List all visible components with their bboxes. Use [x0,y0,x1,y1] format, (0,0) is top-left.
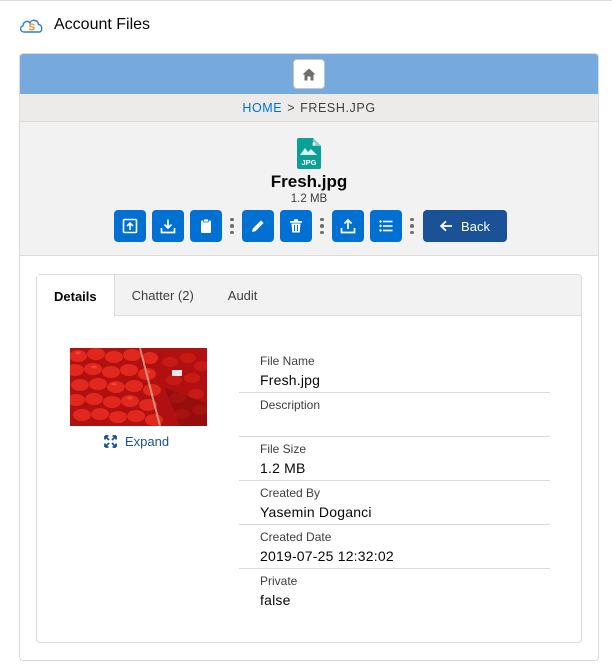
list-icon [379,220,393,232]
delete-button[interactable] [280,210,312,242]
detail-label: Created By [260,486,321,500]
tab-bar: Details Chatter (2) Audit [37,275,581,317]
details-tabs-card: Details Chatter (2) Audit Expand File Na… [36,274,582,643]
app-window: S Account Files HOME > FRESH.JPG JPG Fre… [0,0,612,669]
detail-value: 1.2 MB [260,460,306,476]
top-bar [20,54,598,94]
file-action-toolbar: Back [111,210,507,242]
toolbar-separator-icon [315,210,329,242]
jpg-file-icon: JPG [297,138,321,169]
detail-row-created-by: Created By Yasemin Doganci [239,481,550,525]
open-icon [122,218,138,234]
file-preview-thumbnail[interactable] [70,348,207,426]
home-button[interactable] [293,59,325,89]
svg-text:S: S [29,23,36,34]
download-icon [160,219,176,234]
file-size-subtitle: 1.2 MB [290,193,328,205]
breadcrumb-home-link[interactable]: HOME [242,101,282,115]
detail-row-private: Private false [239,569,550,613]
clipboard-icon [201,218,211,233]
tab-chatter[interactable]: Chatter (2) [115,275,211,315]
expand-preview-link[interactable]: Expand [104,434,169,449]
file-details-list: File Name Fresh.jpg Description File Siz… [239,349,550,613]
open-file-button[interactable] [114,210,146,242]
upload-icon [340,218,356,234]
back-button[interactable]: Back [423,210,507,242]
file-panel: HOME > FRESH.JPG JPG Fresh.jpg 1.2 MB Ba… [19,53,599,661]
trash-icon [290,219,302,233]
cloud-logo-icon: S [19,19,43,34]
download-button[interactable] [152,210,184,242]
expand-label: Expand [125,434,170,449]
toolbar-separator-icon [405,210,419,242]
breadcrumb-separator: > [287,100,296,115]
detail-row-file-name: File Name Fresh.jpg [239,349,550,393]
detail-value: Yasemin Doganci [260,504,372,520]
home-icon [302,68,316,80]
file-header: JPG Fresh.jpg 1.2 MB Back [20,122,598,256]
back-button-label: Back [461,218,490,234]
arrow-left-icon [440,220,453,232]
list-view-button[interactable] [370,210,402,242]
tab-details[interactable]: Details [37,275,115,317]
edit-button[interactable] [242,210,274,242]
strawberries-preview-image [70,348,207,426]
file-type-badge: JPG [301,158,316,167]
expand-icon [104,435,117,448]
toolbar-separator-icon [225,210,239,242]
detail-value: false [260,592,291,608]
breadcrumb: HOME > FRESH.JPG [20,94,598,122]
upload-new-version-button[interactable] [332,210,364,242]
detail-row-created-date: Created Date 2019-07-25 12:32:02 [239,525,550,569]
copy-to-clipboard-button[interactable] [190,210,222,242]
app-header: S Account Files [0,1,612,49]
detail-label: Description [260,398,321,412]
tab-audit[interactable]: Audit [211,275,275,315]
detail-label: Private [260,574,298,588]
page-title: Account Files [54,16,151,33]
detail-row-description: Description [239,393,550,437]
file-name-heading: Fresh.jpg [270,172,348,191]
detail-value: 2019-07-25 12:32:02 [260,548,394,564]
breadcrumb-current: FRESH.JPG [300,100,376,115]
detail-label: File Name [260,354,315,368]
detail-row-file-size: File Size 1.2 MB [239,437,550,481]
edit-icon [252,220,264,232]
detail-value: Fresh.jpg [260,372,321,388]
detail-label: File Size [260,442,307,456]
detail-label: Created Date [260,530,332,544]
